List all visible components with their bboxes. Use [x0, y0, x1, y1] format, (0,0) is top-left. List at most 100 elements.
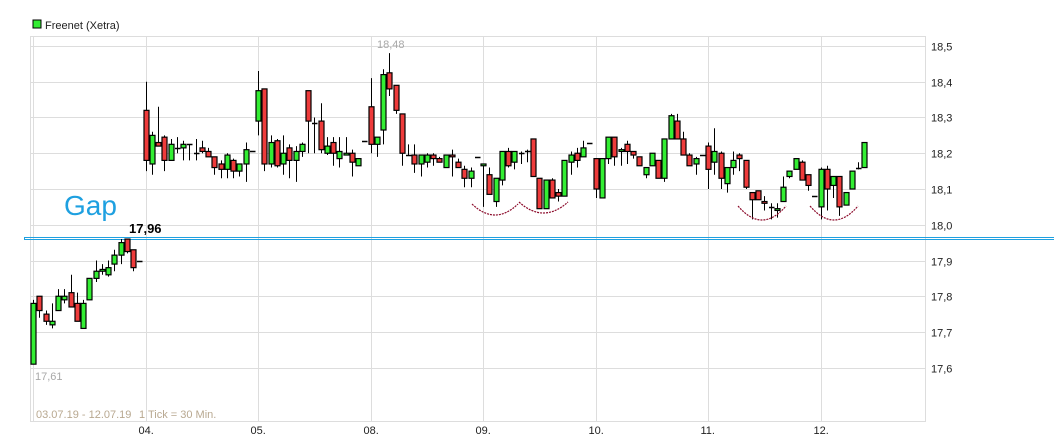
candle-down [393, 84, 400, 111]
candle-up [80, 302, 87, 330]
candle-up [255, 90, 262, 122]
candle-up [355, 158, 362, 167]
candle-down [349, 152, 356, 163]
candle-down [680, 138, 687, 156]
y-tick-label: 18,4 [931, 78, 952, 90]
candle-up [443, 154, 450, 169]
candle-down [611, 136, 618, 158]
candle-down [68, 292, 75, 308]
y-tick-label: 17,6 [931, 364, 952, 376]
candle-up [861, 141, 868, 169]
candle-up [793, 158, 800, 170]
candle-up [224, 154, 231, 170]
min-label: 17,61 [35, 371, 63, 383]
candle-down [630, 150, 637, 156]
candle-up [86, 277, 93, 301]
gap-label: Gap [64, 190, 117, 221]
candle-down [593, 158, 600, 190]
smile-annotation [809, 205, 859, 221]
candle-down [736, 154, 743, 160]
candle-up [480, 163, 487, 167]
candle-up [93, 270, 100, 279]
candle-down [130, 249, 137, 269]
candle-up [299, 143, 306, 153]
candle-up [149, 134, 156, 165]
candle-up [774, 208, 781, 212]
candle-up [818, 168, 825, 208]
grid [30, 37, 926, 421]
candle-down [161, 136, 168, 162]
candle-up [849, 170, 856, 190]
candle-down [805, 174, 812, 187]
candle-down [205, 150, 212, 158]
candle-down [286, 147, 293, 161]
candle-up [693, 158, 700, 165]
candle-up [55, 295, 62, 312]
y-tick-label: 18,3 [931, 113, 952, 125]
candle-up [243, 149, 250, 165]
candle-up [543, 179, 550, 210]
tick-info: 1 Tick = 30 Min. [139, 409, 216, 421]
annotations [471, 201, 859, 221]
candle-up [61, 295, 68, 301]
candle-down [155, 141, 162, 147]
candle-down [755, 190, 762, 201]
candle-down [455, 161, 462, 169]
candle-down [430, 154, 437, 160]
candle-up [668, 115, 675, 140]
candle-up [118, 242, 125, 256]
candle-up [324, 145, 331, 154]
candle-down [761, 200, 768, 204]
candle-down [449, 154, 456, 158]
x-tick-label: 11. [701, 425, 715, 437]
candle-up [293, 150, 300, 161]
y-tick-label: 18,2 [931, 149, 952, 161]
candle-down [636, 156, 643, 167]
candle-down [199, 147, 206, 153]
candle-up [599, 158, 606, 199]
candle-up [568, 154, 575, 163]
y-tick-label: 18,1 [931, 185, 952, 197]
candle-down [411, 154, 418, 165]
candle-down [274, 140, 281, 167]
x-tick-label: 12. [814, 425, 829, 437]
candle-down [318, 120, 325, 151]
candle-up [380, 73, 387, 131]
candle-down [799, 161, 806, 181]
y-axis: 18,5 18,4 18,3 18,2 18,1 18,0 17,9 17,8 17,7 17,6 [931, 42, 952, 376]
candle-down [124, 238, 131, 253]
candle-up [649, 152, 656, 167]
x-tick-label: 04. [139, 425, 154, 437]
candle-down [230, 159, 237, 172]
gap-level-label: 17,96 [129, 221, 162, 236]
candle-down [530, 138, 537, 178]
candle-up [580, 147, 587, 158]
candle-up [499, 150, 506, 181]
candle-down [824, 168, 831, 190]
candlestick-chart: Freenet (Xetra) 18,5 18,4 18,3 18,2 18,1 18,0… [24, 19, 1054, 437]
candle-up [49, 320, 56, 326]
candle-down [705, 145, 712, 170]
y-tick-label: 17,7 [931, 328, 952, 340]
candle-down [655, 159, 662, 179]
candle-down [305, 90, 312, 122]
candle-down [218, 163, 225, 170]
candle-down [330, 141, 337, 154]
gap-line [24, 237, 1054, 240]
x-tick-label: 10. [589, 425, 604, 437]
candle-down [211, 156, 218, 169]
candle-up [418, 154, 425, 165]
candle-down [555, 191, 562, 197]
candle-up [843, 191, 850, 206]
candle-up [643, 166, 650, 176]
x-tick-label: 09. [476, 425, 491, 437]
x-tick-label: 08. [364, 425, 379, 437]
candle-down [574, 152, 581, 162]
candle-up [374, 136, 381, 145]
candle-down [386, 72, 393, 90]
candle-up [168, 143, 175, 161]
smile-annotation [471, 203, 519, 216]
candle-down [718, 152, 725, 179]
candle-down [261, 88, 268, 165]
candle-up [424, 154, 431, 163]
